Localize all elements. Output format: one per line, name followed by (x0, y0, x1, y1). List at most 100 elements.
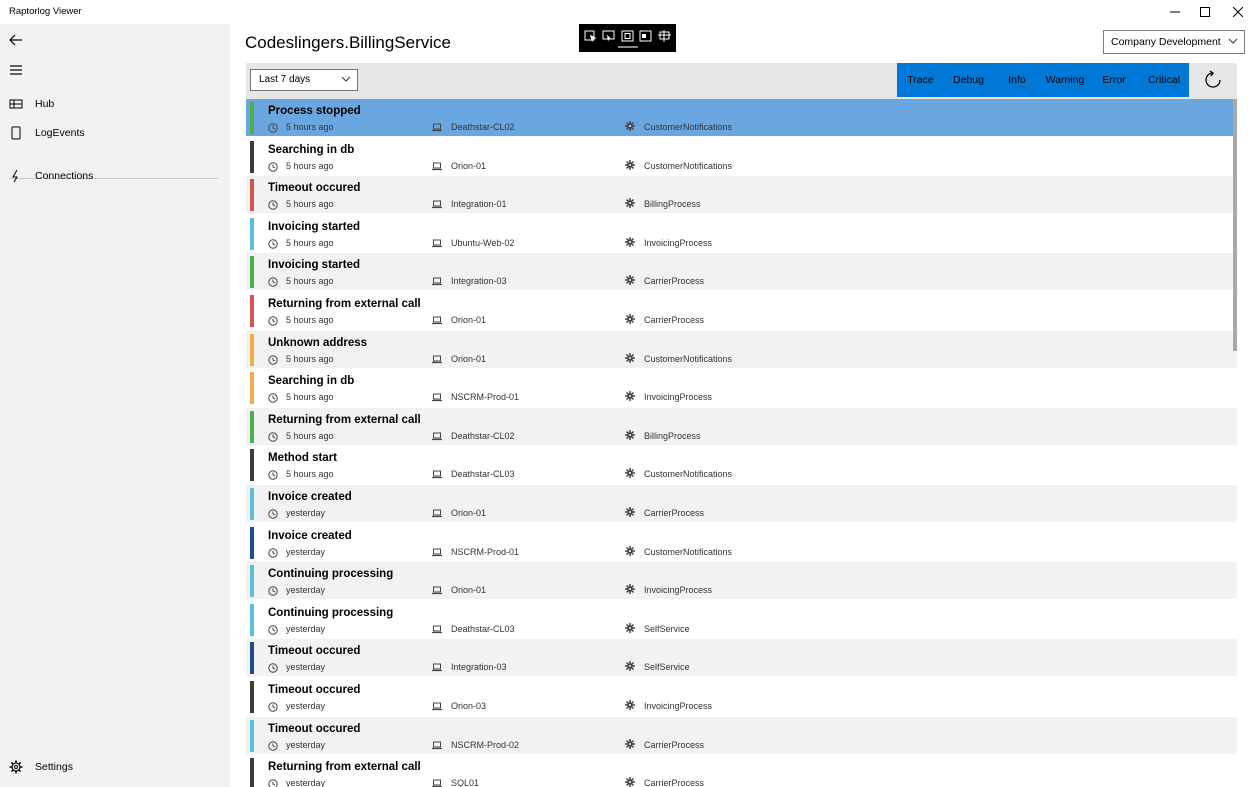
event-message: Returning from external call (268, 761, 421, 774)
event-message: Timeout occured (268, 684, 361, 696)
display-layout-icon[interactable] (602, 30, 615, 42)
sidebar-item-settings[interactable]: Settings (0, 753, 230, 781)
event-host: Deathstar-CL03 (451, 623, 515, 634)
process-gear-icon (625, 545, 635, 556)
table-row[interactable]: Returning from external call 5 hours ago O… (246, 292, 1237, 330)
event-host: NSCRM-Prod-02 (451, 739, 520, 750)
process-gear-icon (625, 777, 635, 787)
process-gear-icon (625, 198, 635, 209)
event-time: yesterday (286, 701, 326, 711)
table-row[interactable]: Timeout occured yesterday NSCRM-Prod-02 Car… (246, 716, 1237, 755)
level-toggle-error[interactable]: Error (1089, 63, 1139, 97)
level-toggle-warning[interactable]: Warning (1041, 63, 1089, 97)
table-row[interactable]: Timeout occured 5 hours ago Integration-01… (246, 176, 1237, 215)
clock-icon (268, 740, 278, 751)
event-message: Continuing processing (268, 606, 394, 619)
table-row[interactable]: Timeout occured yesterday Orion-03 Invoicin… (246, 678, 1237, 716)
filter-toolbar: Last 7 days Trace Debug Info Warning Err… (246, 63, 1237, 99)
event-host: Orion-01 (451, 585, 487, 596)
laptop-icon (432, 239, 442, 247)
level-indicator (250, 681, 254, 713)
level-indicator (250, 603, 254, 636)
event-time: yesterday (286, 546, 326, 557)
event-message: Searching in db (268, 375, 355, 388)
process-gear-icon (625, 468, 635, 479)
event-host: Orion-01 (451, 508, 487, 518)
page-title: Codeslingers.BillingService (245, 33, 451, 52)
clock-icon (268, 702, 278, 712)
event-message: Returning from external call (268, 298, 421, 310)
level-indicator (250, 758, 254, 787)
table-row[interactable]: Searching in db 5 hours ago Orion-01 Custom… (246, 137, 1237, 176)
toolbar-grip[interactable] (618, 46, 638, 48)
clock-icon (268, 393, 278, 403)
event-message: Timeout occured (268, 645, 361, 658)
adorners-icon[interactable] (639, 30, 652, 42)
event-process: InvoicingProcess (644, 237, 713, 248)
clock-icon (268, 161, 278, 172)
laptop-icon (432, 277, 442, 286)
table-row[interactable]: Continuing processing yesterday Orion-01 In… (246, 562, 1237, 601)
track-focus-icon[interactable] (621, 30, 634, 42)
back-button[interactable] (0, 26, 40, 54)
sidebar-item-connections[interactable]: Connections (0, 162, 230, 190)
level-toggle-info[interactable]: Info (993, 63, 1041, 97)
event-time: yesterday (286, 778, 326, 787)
table-row[interactable]: Invoice created yesterday NSCRM-Prod-01 Cus… (246, 523, 1237, 562)
process-gear-icon (625, 236, 635, 247)
event-time: yesterday (286, 585, 326, 596)
event-host: Orion-01 (451, 160, 487, 171)
sidebar-item-hub[interactable]: Hub (0, 90, 230, 118)
table-row[interactable]: Continuing processing yesterday Deathstar-… (246, 600, 1237, 639)
table-row[interactable]: Process stopped 5 hours ago Deathstar-CL02… (246, 99, 1237, 137)
process-gear-icon (625, 275, 635, 286)
table-row[interactable]: Searching in db 5 hours ago NSCRM-Prod-01 I… (246, 369, 1237, 408)
preview-selection-icon[interactable] (658, 30, 671, 42)
event-process: CustomerNotifications (644, 469, 733, 480)
table-row[interactable]: Invoice created yesterday Orion-01 CarrierP… (246, 485, 1237, 523)
scrollbar-thumb[interactable] (1233, 99, 1237, 351)
event-host: Deathstar-CL03 (451, 469, 515, 480)
level-toggle-trace[interactable]: Trace (897, 63, 944, 97)
chevron-down-icon (341, 76, 351, 82)
table-row[interactable]: Returning from external call 5 hours ago D… (246, 407, 1237, 446)
clock-icon (268, 625, 278, 635)
laptop-icon (432, 316, 442, 325)
close-button[interactable] (1222, 0, 1254, 24)
table-row[interactable]: Timeout occured yesterday Integration-03 Se… (246, 639, 1237, 678)
process-gear-icon (625, 700, 635, 710)
environment-dropdown[interactable]: Company Development (1103, 30, 1245, 54)
table-row[interactable]: Unknown address 5 hours ago Orion-01 Custom… (246, 330, 1237, 369)
minimize-button[interactable] (1159, 0, 1191, 24)
table-row[interactable]: Returning from external call yesterday SQL… (246, 755, 1237, 787)
table-row[interactable]: Method start 5 hours ago Deathstar-CL03 Cus… (246, 446, 1237, 485)
event-time: 5 hours ago (286, 353, 334, 364)
table-row[interactable]: Invoicing started 5 hours ago Ubuntu-Web-0… (246, 214, 1237, 253)
sidebar-item-logevents[interactable]: LogEvents (0, 119, 230, 147)
gear-icon (9, 760, 23, 774)
clock-icon (268, 277, 278, 288)
hamburger-button[interactable] (0, 56, 40, 84)
time-range-value: Last 7 days (259, 74, 311, 85)
event-host: NSCRM-Prod-01 (451, 546, 520, 557)
process-gear-icon (625, 429, 635, 440)
table-row[interactable]: Invoicing started 5 hours ago Integration-… (246, 253, 1237, 292)
clock-icon (268, 470, 278, 481)
maximize-button[interactable] (1189, 0, 1221, 24)
refresh-icon[interactable] (1203, 70, 1223, 90)
clock-icon (268, 354, 278, 365)
process-gear-icon (625, 661, 635, 672)
level-indicator (250, 179, 254, 212)
close-icon (1233, 7, 1243, 17)
select-element-icon[interactable] (584, 30, 597, 42)
hamburger-icon (10, 65, 22, 75)
debug-toolbar (579, 24, 676, 52)
level-toggle-debug[interactable]: Debug (944, 63, 993, 97)
laptop-icon (432, 432, 442, 440)
event-process: CarrierProcess (644, 778, 705, 787)
event-host: NSCRM-Prod-01 (451, 392, 520, 403)
event-time: 5 hours ago (286, 160, 334, 171)
sidebar-item-label: Settings (35, 761, 73, 773)
level-toggle-critical[interactable]: Critical (1139, 63, 1189, 97)
time-range-dropdown[interactable]: Last 7 days (250, 69, 358, 91)
